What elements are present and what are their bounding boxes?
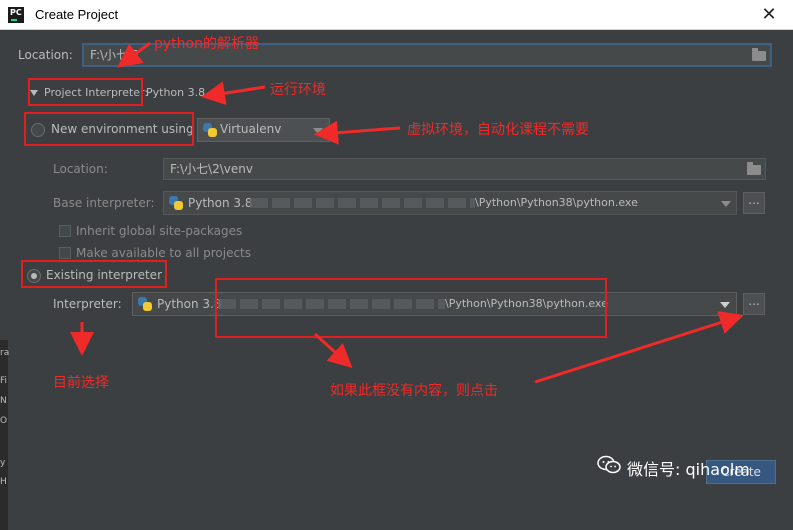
- annotation-arrows: [70, 41, 744, 384]
- arrow-venv: [314, 120, 401, 145]
- arrow-field-down: [313, 332, 353, 369]
- wechat-id-text: 微信号: qihaolm: [627, 460, 750, 479]
- app-icon-text: PC: [10, 8, 22, 17]
- window-title: Create Project: [35, 7, 119, 22]
- wechat-icon: [597, 455, 621, 474]
- pycharm-app-icon: PC: [8, 7, 24, 23]
- arrow-parser: [117, 41, 151, 68]
- app-icon-bar: [11, 19, 17, 21]
- title-bar: PC Create Project ✕: [0, 0, 793, 30]
- arrow-browse: [534, 311, 744, 384]
- wechat-watermark: 微信号: qihaolm: [597, 453, 777, 481]
- dialog-content: Location: F:\小七\2 Project Interpreter: P…: [0, 30, 793, 530]
- close-icon[interactable]: ✕: [758, 4, 780, 26]
- arrow-runtime: [201, 81, 266, 106]
